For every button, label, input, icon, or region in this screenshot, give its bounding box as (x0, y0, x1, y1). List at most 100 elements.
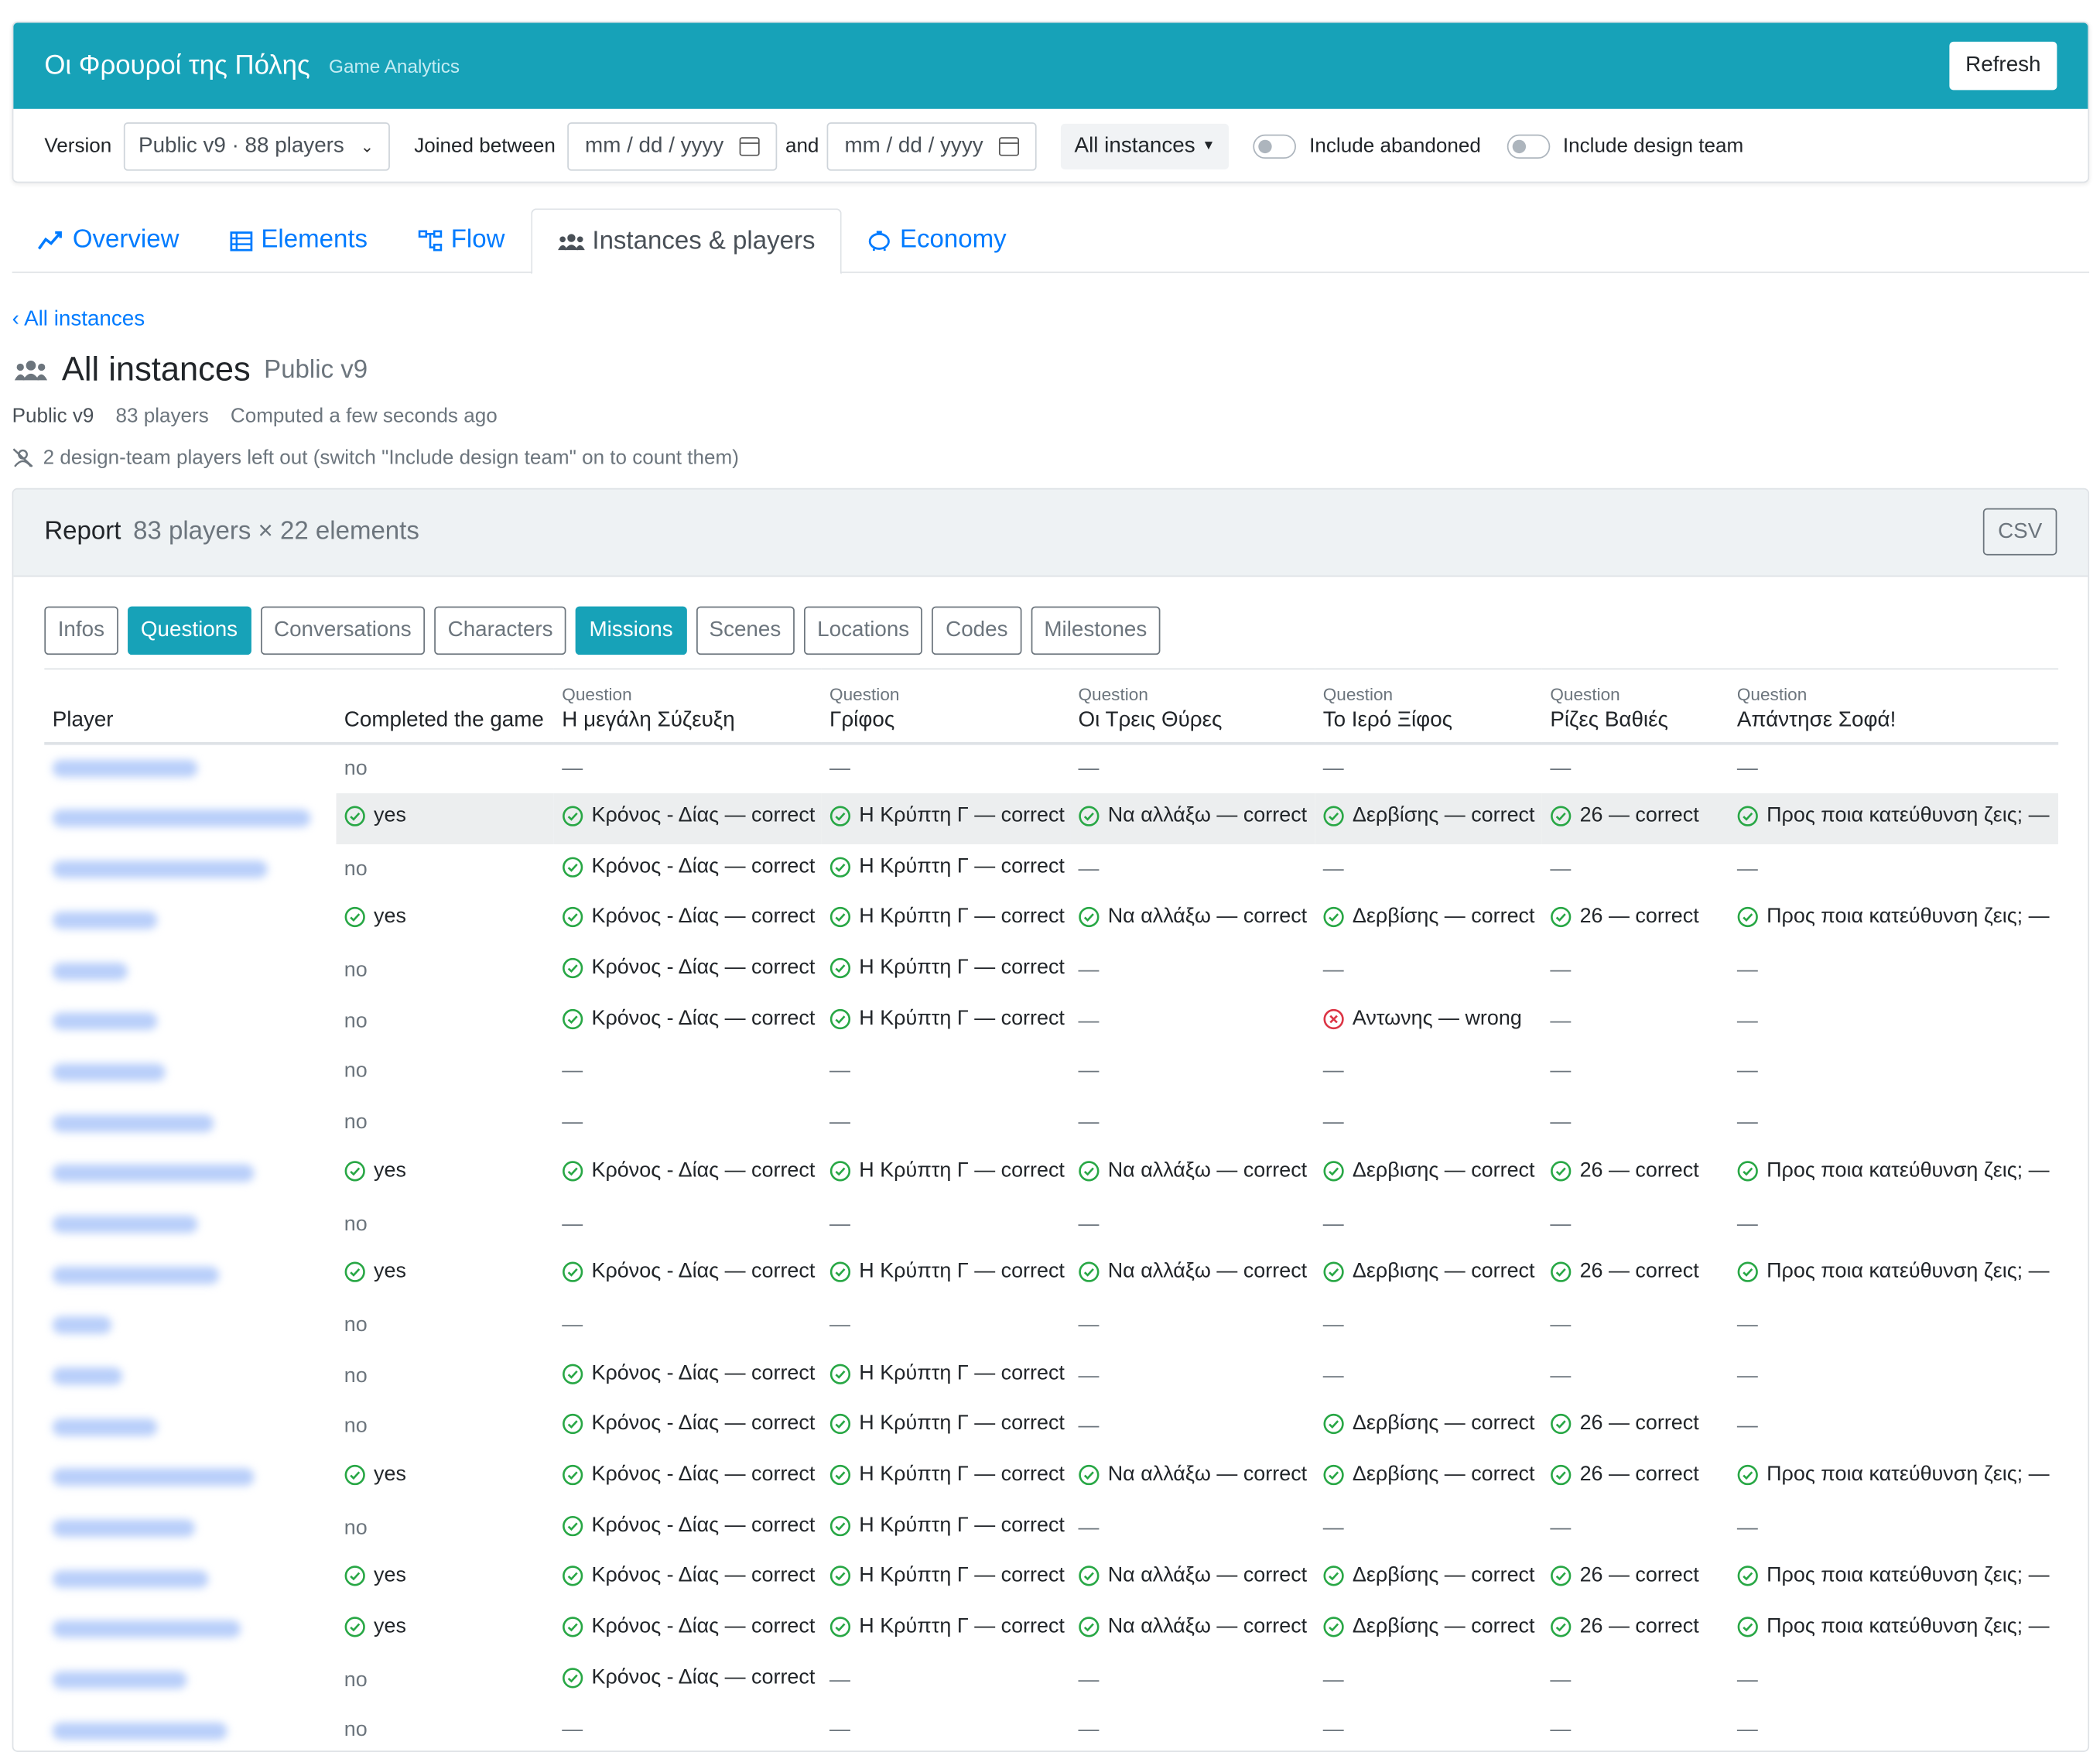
filter-chip-codes[interactable]: Codes (932, 606, 1021, 655)
player-cell[interactable] (44, 1097, 336, 1148)
filter-chip-milestones[interactable]: Milestones (1031, 606, 1161, 655)
filter-chip-infos[interactable]: Infos (44, 606, 118, 655)
player-name-redacted[interactable] (52, 809, 311, 828)
refresh-button[interactable]: Refresh (1949, 41, 2057, 91)
check-circle-icon (1079, 907, 1100, 928)
player-name-redacted[interactable] (52, 1266, 220, 1284)
cell-content: — (1323, 1364, 1344, 1388)
table-row[interactable]: yes Κρόνος - Δίας — correct Η Κρύπτη Γ — c… (44, 1250, 2058, 1300)
cell-text: Προς ποια κατεύθυνση ζεις; — (1767, 905, 2050, 929)
filter-chip-conversations[interactable]: Conversations (260, 606, 426, 655)
table-row[interactable]: yes Κρόνος - Δίας — correct Η Κρύπτη Γ — c… (44, 1148, 2058, 1199)
filter-chip-scenes[interactable]: Scenes (696, 606, 795, 655)
date-from-input[interactable]: mm / dd / yyyy (567, 121, 778, 170)
table-row[interactable]: yes Κρόνος - Δίας — correct Η Κρύπτη Γ — c… (44, 895, 2058, 945)
player-name-redacted[interactable] (52, 1114, 214, 1132)
tab-flow[interactable]: Flow (393, 208, 530, 272)
table-row[interactable]: no Κρόνος - Δίας — correct Η Κρύπτη Γ — co… (44, 1401, 2058, 1452)
table-row[interactable]: no Κρόνος - Δίας — correct Η Κρύπτη Γ — co… (44, 844, 2058, 895)
player-cell[interactable] (44, 1148, 336, 1199)
player-cell[interactable] (44, 996, 336, 1046)
player-name-redacted[interactable] (52, 911, 158, 929)
tab-overview[interactable]: Overview (12, 208, 205, 272)
answer-cell: — (1070, 1047, 1315, 1097)
table-row[interactable]: no Κρόνος - Δίας — correct Η Κρύπτη Γ — co… (44, 996, 2058, 1046)
filter-chip-questions[interactable]: Questions (127, 606, 251, 655)
table-row[interactable]: no — — — — — — (44, 743, 2058, 793)
player-name-redacted[interactable] (52, 1063, 166, 1081)
player-cell[interactable] (44, 743, 336, 793)
player-cell[interactable] (44, 1351, 336, 1401)
player-name-redacted[interactable] (52, 1569, 209, 1588)
player-name-redacted[interactable] (52, 1620, 241, 1639)
cell-content: Να αλλάξω — correct (1078, 1564, 1307, 1588)
table-row[interactable]: yes Κρόνος - Δίας — correct Η Κρύπτη Γ — c… (44, 793, 2059, 844)
player-name-redacted[interactable] (52, 760, 198, 778)
table-row[interactable]: no Κρόνος - Δίας — correct Η Κρύπτη Γ — co… (44, 1503, 2058, 1553)
player-name-redacted[interactable] (52, 962, 128, 980)
tab-economy[interactable]: Economy (842, 208, 1031, 272)
cell-content: yes (344, 1463, 406, 1487)
player-cell[interactable] (44, 844, 336, 895)
tab-instances-players[interactable]: Instances & players (530, 208, 843, 275)
table-row[interactable]: yes Κρόνος - Δίας — correct Η Κρύπτη Γ — c… (44, 1453, 2058, 1503)
back-link[interactable]: ‹ All instances (12, 308, 145, 332)
player-cell[interactable] (44, 1655, 336, 1706)
player-name-redacted[interactable] (52, 1418, 158, 1436)
abandoned-toggle[interactable] (1253, 133, 1296, 159)
player-cell[interactable] (44, 1453, 336, 1503)
answer-cell: — (1542, 1047, 1729, 1097)
table-row[interactable]: no Κρόνος - Δίας — correct Η Κρύπτη Γ — co… (44, 946, 2058, 996)
table-row[interactable]: yes Κρόνος - Δίας — correct Η Κρύπτη Γ — c… (44, 1604, 2058, 1654)
player-cell[interactable] (44, 1554, 336, 1604)
table-row[interactable]: no — — — — — — (44, 1047, 2058, 1097)
tab-elements[interactable]: Elements (204, 208, 393, 272)
csv-export-button[interactable]: CSV (1982, 508, 2057, 556)
instances-dropdown[interactable]: All instances ▼ (1061, 122, 1229, 169)
player-name-redacted[interactable] (52, 1671, 187, 1689)
answer-cell: — (1070, 1351, 1315, 1401)
filter-chip-locations[interactable]: Locations (803, 606, 923, 655)
player-cell[interactable] (44, 1706, 336, 1750)
answer-cell: — (1729, 1047, 2058, 1097)
player-name-redacted[interactable] (52, 1316, 112, 1335)
table-row[interactable]: no — — — — — — (44, 1097, 2058, 1148)
cell-text: — (1078, 959, 1100, 982)
cell-content: Κρόνος - Δίας — correct (562, 1412, 815, 1436)
table-row[interactable]: no — — — — — — (44, 1199, 2058, 1249)
app-bar: Οι Φρουροί της Πόλης Game Analytics Refr… (13, 22, 2088, 109)
player-cell[interactable] (44, 1047, 336, 1097)
table-row[interactable]: no Κρόνος - Δίας — correct Η Κρύπτη Γ — co… (44, 1351, 2058, 1401)
player-name-redacted[interactable] (52, 1519, 195, 1538)
player-cell[interactable] (44, 946, 336, 996)
player-name-redacted[interactable] (52, 1012, 158, 1031)
player-name-redacted[interactable] (52, 1469, 255, 1487)
player-cell[interactable] (44, 1199, 336, 1249)
player-name-redacted[interactable] (52, 1722, 227, 1740)
answer-cell: — (1070, 1401, 1315, 1452)
version-select[interactable]: Public v9 · 88 players ⌄ (123, 121, 390, 170)
player-cell[interactable] (44, 793, 337, 844)
player-name-redacted[interactable] (52, 1215, 198, 1234)
calendar-icon[interactable] (739, 136, 760, 156)
table-row[interactable]: no — — — — — — (44, 1706, 2058, 1750)
player-cell[interactable] (44, 1300, 336, 1350)
player-cell[interactable] (44, 1503, 336, 1553)
filter-chip-missions[interactable]: Missions (576, 606, 686, 655)
calendar-icon[interactable] (999, 136, 1020, 156)
cell-text: Κρόνος - Δίας — correct (591, 956, 816, 980)
player-name-redacted[interactable] (52, 1367, 123, 1385)
player-name-redacted[interactable] (52, 861, 268, 878)
player-cell[interactable] (44, 895, 336, 945)
answer-cell: — (1542, 743, 1729, 793)
player-name-redacted[interactable] (52, 1165, 255, 1182)
player-cell[interactable] (44, 1604, 336, 1654)
table-row[interactable]: yes Κρόνος - Δίας — correct Η Κρύπτη Γ — c… (44, 1554, 2058, 1604)
player-cell[interactable] (44, 1401, 336, 1452)
table-row[interactable]: no — — — — — — (44, 1300, 2058, 1350)
table-row[interactable]: no Κρόνος - Δίας — correct — — — — — (44, 1655, 2058, 1706)
filter-chip-characters[interactable]: Characters (434, 606, 566, 655)
design-team-toggle[interactable] (1506, 133, 1550, 159)
player-cell[interactable] (44, 1250, 336, 1300)
date-to-input[interactable]: mm / dd / yyyy (826, 121, 1037, 170)
